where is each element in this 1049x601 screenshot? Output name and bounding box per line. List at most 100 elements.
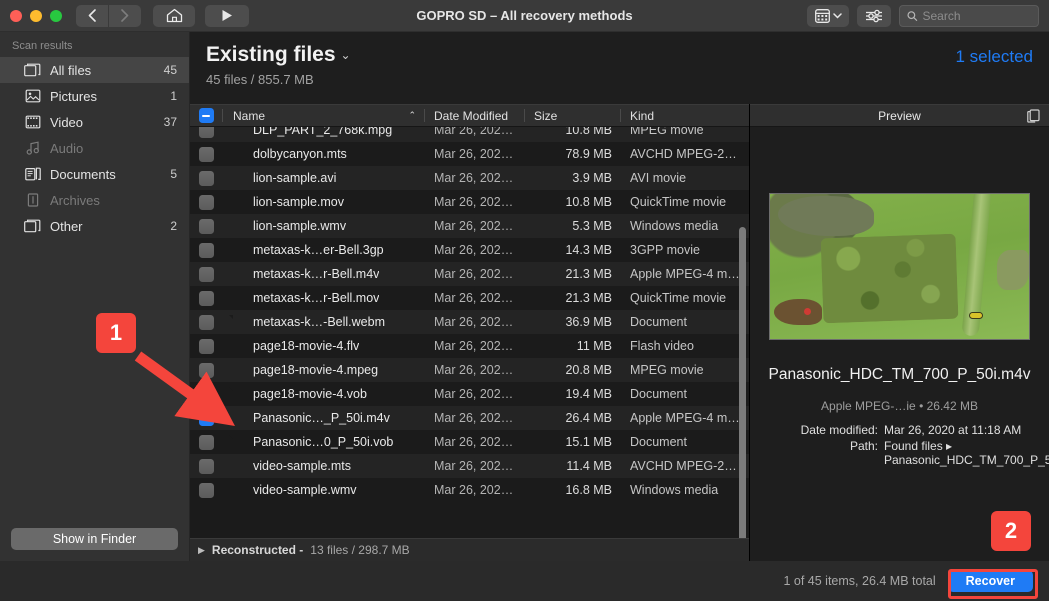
select-all-header[interactable]: [190, 105, 222, 126]
row-checkbox[interactable]: [198, 482, 214, 498]
row-checkbox[interactable]: [198, 146, 214, 162]
column-header-kind[interactable]: Kind: [620, 105, 749, 126]
detach-window-icon[interactable]: [1027, 109, 1040, 126]
file-kind: Windows media: [630, 219, 719, 233]
row-checkbox-cell[interactable]: [190, 218, 222, 234]
row-checkbox-cell[interactable]: [190, 482, 222, 498]
page-title[interactable]: Existing files ⌄: [206, 43, 351, 67]
home-button[interactable]: [153, 4, 195, 27]
forward-button[interactable]: [109, 4, 141, 27]
row-checkbox[interactable]: [198, 266, 214, 282]
row-checkbox-cell[interactable]: [190, 290, 222, 306]
minimize-button[interactable]: [30, 9, 42, 22]
table-row[interactable]: dolbycanyon.mts Mar 26, 202… 78.9 MB AVCHD …: [190, 142, 749, 166]
view-options-button[interactable]: [807, 4, 849, 27]
table-row[interactable]: page18-movie-4.vob Mar 26, 202… 19.4 MB Doc…: [190, 382, 749, 406]
sidebar-item-other[interactable]: Other 2: [0, 213, 189, 239]
vertical-scrollbar[interactable]: [739, 227, 746, 538]
row-checkbox-cell[interactable]: [190, 434, 222, 450]
chevron-down-icon[interactable]: ⌄: [341, 48, 351, 62]
back-button[interactable]: [76, 4, 108, 27]
table-row[interactable]: ✓ Panasonic…_P_50i.m4v Mar 26, 202… 26.4 MB…: [190, 406, 749, 430]
group-row-reconstructed[interactable]: ▶ Reconstructed - 13 files / 298.7 MB: [190, 538, 749, 561]
row-checkbox-cell[interactable]: [190, 146, 222, 162]
table-row[interactable]: page18-movie-4.flv Mar 26, 202… 11 MB Flash…: [190, 334, 749, 358]
group-name: Reconstructed -: [211, 543, 304, 557]
table-row[interactable]: metaxas-k…r-Bell.mov Mar 26, 202… 21.3 MB Q…: [190, 286, 749, 310]
select-all-checkbox[interactable]: [198, 108, 214, 123]
sidebar-item-count: 5: [170, 167, 177, 181]
table-row[interactable]: lion-sample.mov Mar 26, 202… 10.8 MB QuickT…: [190, 190, 749, 214]
sidebar-item-label: Pictures: [50, 88, 97, 104]
table-row[interactable]: lion-sample.avi Mar 26, 202… 3.9 MB AVI mov…: [190, 166, 749, 190]
preview-file-name: Panasonic_HDC_TM_700_P_50i.m4v: [768, 366, 1031, 383]
table-row[interactable]: DLP_PART_2_768k.mpg Mar 26, 202… 10.8 MB MP…: [190, 127, 749, 142]
column-header-size[interactable]: Size: [524, 105, 620, 126]
row-checkbox-cell[interactable]: [190, 266, 222, 282]
row-checkbox-cell[interactable]: [190, 458, 222, 474]
film-file-icon: [233, 171, 246, 186]
row-name-cell: metaxas-k…r-Bell.mov: [222, 291, 424, 306]
table-row[interactable]: metaxas-k…-Bell.webm Mar 26, 202… 36.9 MB D…: [190, 310, 749, 334]
film-file-icon: [233, 195, 246, 210]
table-row[interactable]: video-sample.wmv Mar 26, 202… 16.8 MB Windo…: [190, 478, 749, 502]
row-checkbox[interactable]: [198, 434, 214, 450]
sidebar-item-all-files[interactable]: All files 45: [0, 57, 189, 83]
row-checkbox-cell[interactable]: [190, 170, 222, 186]
play-button[interactable]: [205, 4, 249, 27]
row-checkbox[interactable]: [198, 218, 214, 234]
sidebar-item-audio[interactable]: Audio: [0, 135, 189, 161]
disclosure-triangle-icon[interactable]: ▶: [198, 545, 205, 556]
column-header-name[interactable]: Name ⌃: [222, 105, 424, 126]
sidebar-item-archives[interactable]: Archives: [0, 187, 189, 213]
table-row[interactable]: lion-sample.wmv Mar 26, 202… 5.3 MB Windows…: [190, 214, 749, 238]
selected-count[interactable]: 1 selected: [956, 43, 1034, 104]
row-checkbox-cell[interactable]: [190, 314, 222, 330]
sidebar-item-video[interactable]: Video 37: [0, 109, 189, 135]
file-kind: Document: [630, 435, 687, 449]
chevron-down-icon: [832, 12, 842, 19]
row-checkbox[interactable]: [198, 127, 214, 138]
table-row[interactable]: page18-movie-4.mpeg Mar 26, 202… 20.8 MB MP…: [190, 358, 749, 382]
sidebar-item-documents[interactable]: Documents 5: [0, 161, 189, 187]
file-kind: Apple MPEG-4 m…: [630, 267, 740, 281]
sidebar-title: Scan results: [12, 40, 73, 52]
file-size: 21.3 MB: [565, 291, 612, 305]
sidebar-item-pictures[interactable]: Pictures 1: [0, 83, 189, 109]
table-row[interactable]: metaxas-k…r-Bell.m4v Mar 26, 202… 21.3 MB A…: [190, 262, 749, 286]
table-row[interactable]: video-sample.mts Mar 26, 202… 11.4 MB AVCHD…: [190, 454, 749, 478]
search-box[interactable]: [899, 4, 1039, 27]
row-checkbox-cell[interactable]: [190, 127, 222, 138]
row-checkbox-cell[interactable]: [190, 194, 222, 210]
metadata-row-date: Date modified: Mar 26, 2020 at 11:18 AM: [750, 423, 1035, 437]
row-name-cell: lion-sample.avi: [222, 171, 424, 186]
row-checkbox[interactable]: [198, 458, 214, 474]
column-header-date[interactable]: Date Modified: [424, 105, 524, 126]
row-checkbox[interactable]: [198, 170, 214, 186]
row-checkbox-cell[interactable]: [190, 242, 222, 258]
table-row[interactable]: Panasonic…0_P_50i.vob Mar 26, 202… 15.1 MB…: [190, 430, 749, 454]
row-checkbox[interactable]: [198, 290, 214, 306]
grid-view-icon: [814, 8, 830, 23]
file-rows-scroll-area[interactable]: DLP_PART_2_768k.mpg Mar 26, 202… 10.8 MB MP…: [190, 127, 749, 538]
file-size: 11 MB: [576, 339, 612, 353]
search-input[interactable]: [922, 8, 1031, 23]
file-date-modified: Mar 26, 202…: [434, 363, 514, 377]
preview-thumbnail[interactable]: [769, 193, 1030, 340]
file-name: dolbycanyon.mts: [253, 147, 347, 161]
row-checkbox[interactable]: [198, 194, 214, 210]
table-row[interactable]: metaxas-k…er-Bell.3gp Mar 26, 202… 14.3 MB…: [190, 238, 749, 262]
filter-button[interactable]: [857, 4, 891, 27]
recover-button[interactable]: Recover: [947, 570, 1033, 592]
thumbnail-leaf: [997, 250, 1029, 290]
row-checkbox[interactable]: [198, 314, 214, 330]
file-date-modified: Mar 26, 202…: [434, 243, 514, 257]
close-button[interactable]: [10, 9, 22, 22]
file-size: 16.8 MB: [565, 483, 612, 497]
chevron-right-icon: [121, 9, 129, 22]
annotation-badge-2: 2: [991, 511, 1031, 551]
row-name-cell: metaxas-k…-Bell.webm: [222, 315, 424, 330]
row-checkbox[interactable]: [198, 242, 214, 258]
show-in-finder-button[interactable]: Show in Finder: [11, 528, 178, 550]
zoom-button[interactable]: [50, 9, 62, 22]
